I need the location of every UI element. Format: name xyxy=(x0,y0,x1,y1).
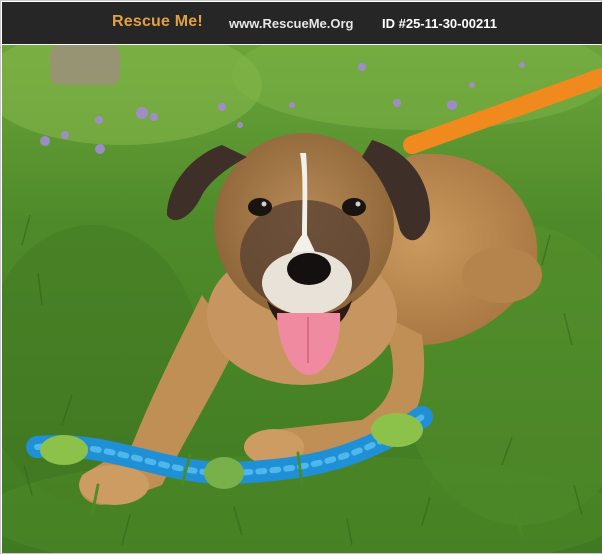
pet-id: ID #25-11-30-00211 xyxy=(382,16,497,31)
site-header: Rescue Me! www.RescueMe.Org ID #25-11-30… xyxy=(2,2,602,44)
listing-card: Rescue Me! www.RescueMe.Org ID #25-11-30… xyxy=(0,0,602,554)
dog-photo xyxy=(2,45,602,553)
brand-logo-text[interactable]: Rescue Me! xyxy=(112,13,203,31)
site-url[interactable]: www.RescueMe.Org xyxy=(229,16,354,31)
